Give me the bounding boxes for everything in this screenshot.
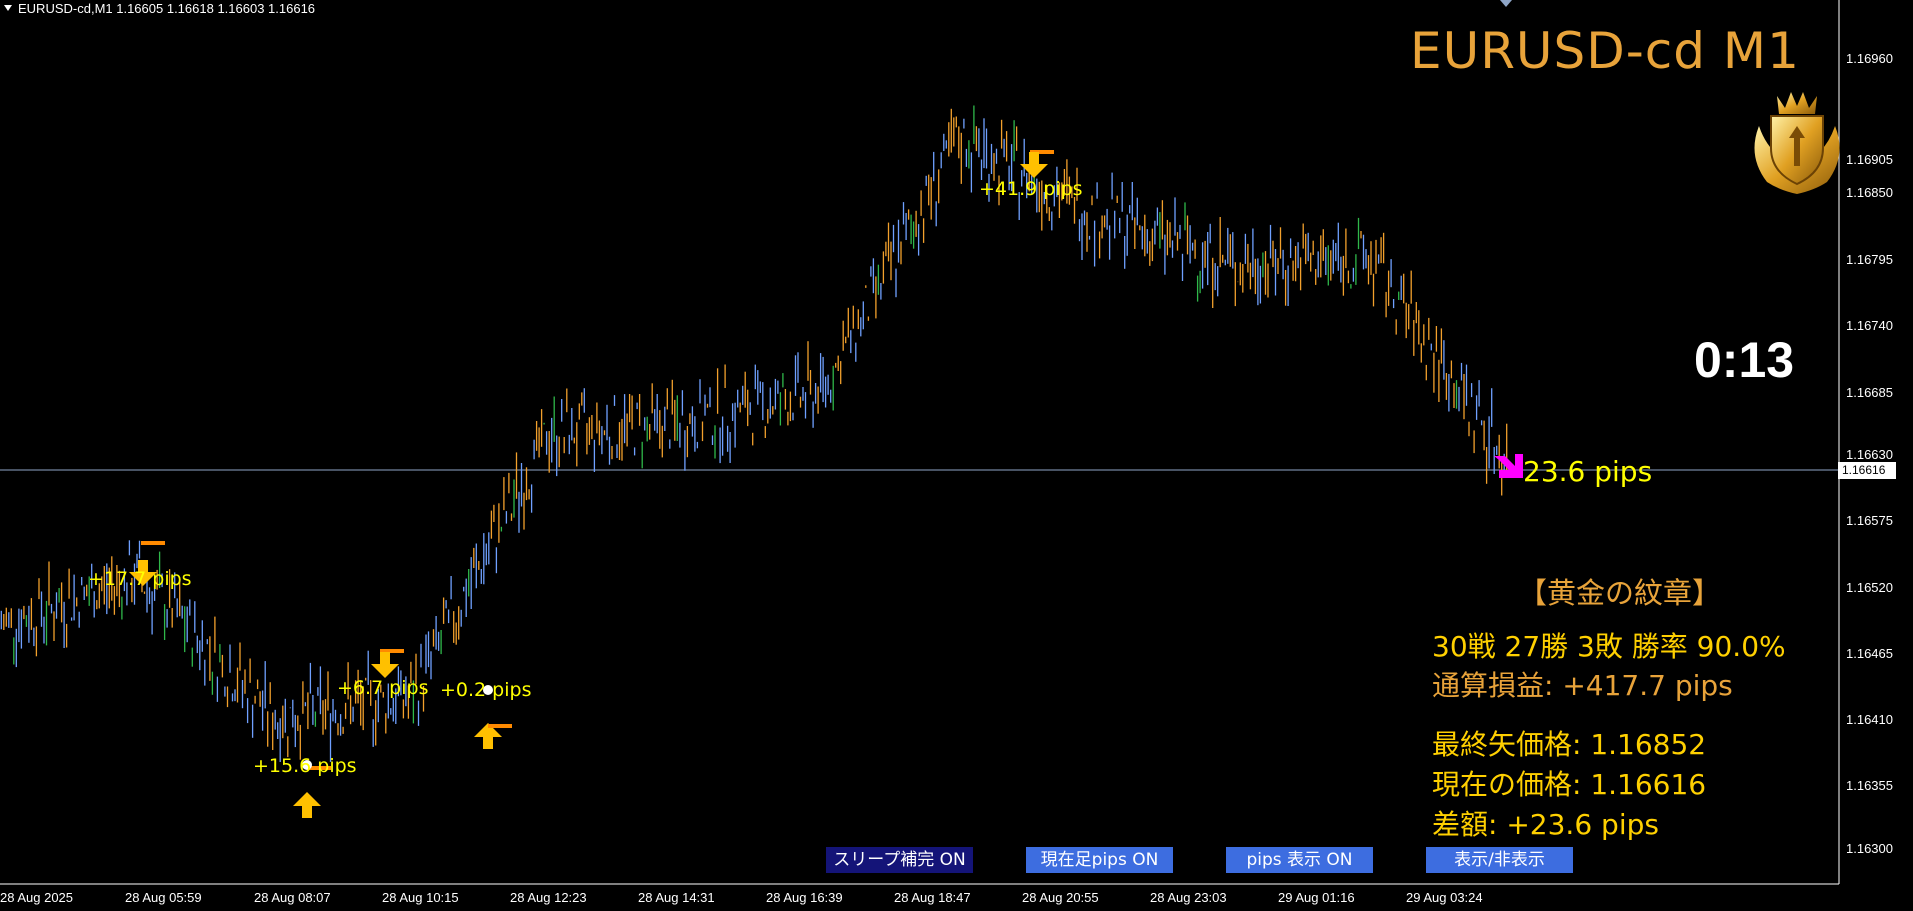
stats-heading: 【黄金の紋章】 xyxy=(1518,576,1722,610)
trade-label: +6.7 pips xyxy=(337,677,429,699)
x-tick-label: 28 Aug 20:55 xyxy=(1022,890,1099,905)
x-tick-label: 28 Aug 23:03 xyxy=(1150,890,1227,905)
current-price-line-text: 現在の価格: 1.16616 xyxy=(1432,768,1707,801)
golden-crest-icon xyxy=(1754,92,1840,194)
buy-arrow-icon xyxy=(293,792,321,818)
trade-markers xyxy=(129,150,1523,818)
total-pl-line: 通算損益: +417.7 pips xyxy=(1432,669,1733,702)
y-tick-label: 1.16355 xyxy=(1846,778,1893,793)
x-tick-label: 28 Aug 14:31 xyxy=(638,890,715,905)
y-tick-label: 1.16795 xyxy=(1846,252,1893,267)
x-tick-label: 28 Aug 10:15 xyxy=(382,890,459,905)
scroll-marker-icon xyxy=(1500,0,1512,7)
exit-dash-icon xyxy=(488,724,512,728)
y-tick-label: 1.16850 xyxy=(1846,185,1893,200)
x-tick-label: 28 Aug 18:47 xyxy=(894,890,971,905)
symbol-header: EURUSD-cd,M1 1.16605 1.16618 1.16603 1.1… xyxy=(4,1,315,16)
candle-series xyxy=(0,105,1508,762)
x-tick-label: 28 Aug 08:07 xyxy=(254,890,331,905)
last-arrow-price-line: 最終矢価格: 1.16852 xyxy=(1432,728,1707,761)
pips-display-button[interactable]: pips 表示 ON xyxy=(1226,847,1373,873)
y-tick-label: 1.16575 xyxy=(1846,513,1893,528)
y-tick-label: 1.16685 xyxy=(1846,385,1893,400)
trade-label: +0.2 pips xyxy=(440,679,532,701)
bar-countdown: 0:13 xyxy=(1694,332,1795,388)
x-tick-label: 29 Aug 01:16 xyxy=(1278,890,1355,905)
difference-line: 差額: +23.6 pips xyxy=(1432,808,1659,841)
x-tick-label: 28 Aug 16:39 xyxy=(766,890,843,905)
y-tick-label: 1.16630 xyxy=(1846,447,1893,462)
x-tick-label: 28 Aug 12:23 xyxy=(510,890,587,905)
collapse-triangle-icon[interactable] xyxy=(4,5,12,11)
trade-label: +17.7 pips xyxy=(88,568,192,590)
x-tick-label: 29 Aug 03:24 xyxy=(1406,890,1483,905)
record-line: 30戦 27勝 3敗 勝率 90.0% xyxy=(1432,630,1786,663)
trade-label: +41.9 pips xyxy=(979,178,1083,200)
symbol-title: EURUSD-cd M1 xyxy=(1410,22,1800,80)
exit-dash-icon xyxy=(141,541,165,545)
chart-window[interactable]: EURUSD-cd,M1 1.16605 1.16618 1.16603 1.1… xyxy=(0,0,1913,911)
trade-label: +15.6 pips xyxy=(253,755,357,777)
x-tick-label: 28 Aug 2025 xyxy=(0,890,74,905)
x-tick-label: 28 Aug 05:59 xyxy=(125,890,202,905)
y-tick-label: 1.16300 xyxy=(1846,841,1893,856)
symbol-line: EURUSD-cd,M1 1.16605 1.16618 1.16603 1.1… xyxy=(18,1,316,16)
current-price-tag: 1.16616 xyxy=(1838,462,1896,479)
sell-arrow-icon xyxy=(371,652,399,678)
y-tick-label: 1.16740 xyxy=(1846,318,1893,333)
show-hide-button[interactable]: 表示/非表示 xyxy=(1426,847,1573,873)
y-tick-label: 1.16520 xyxy=(1846,580,1893,595)
y-tick-label: 1.16410 xyxy=(1846,712,1893,727)
sleep-toggle-button[interactable]: スリープ補完 ON xyxy=(826,847,973,873)
y-tick-label: 1.16465 xyxy=(1846,646,1893,661)
live-direction-arrow-icon xyxy=(1494,454,1523,478)
current-bar-pips-button[interactable]: 現在足pips ON xyxy=(1026,847,1173,873)
y-tick-label: 1.16960 xyxy=(1846,51,1893,66)
live-pips-label: 23.6 pips xyxy=(1523,455,1653,488)
y-tick-label: 1.16905 xyxy=(1846,152,1893,167)
